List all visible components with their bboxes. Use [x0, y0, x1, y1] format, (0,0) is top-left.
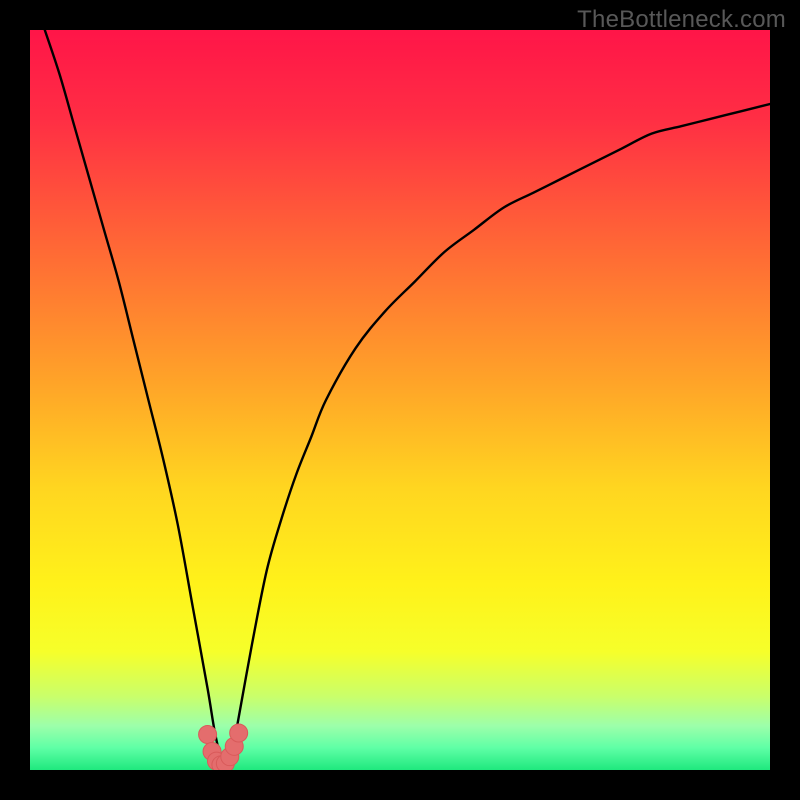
- plot-background: [30, 30, 770, 770]
- chart-frame: TheBottleneck.com: [0, 0, 800, 800]
- chart-plot: [30, 30, 770, 770]
- marker-dot: [230, 724, 248, 742]
- marker-dot: [199, 725, 217, 743]
